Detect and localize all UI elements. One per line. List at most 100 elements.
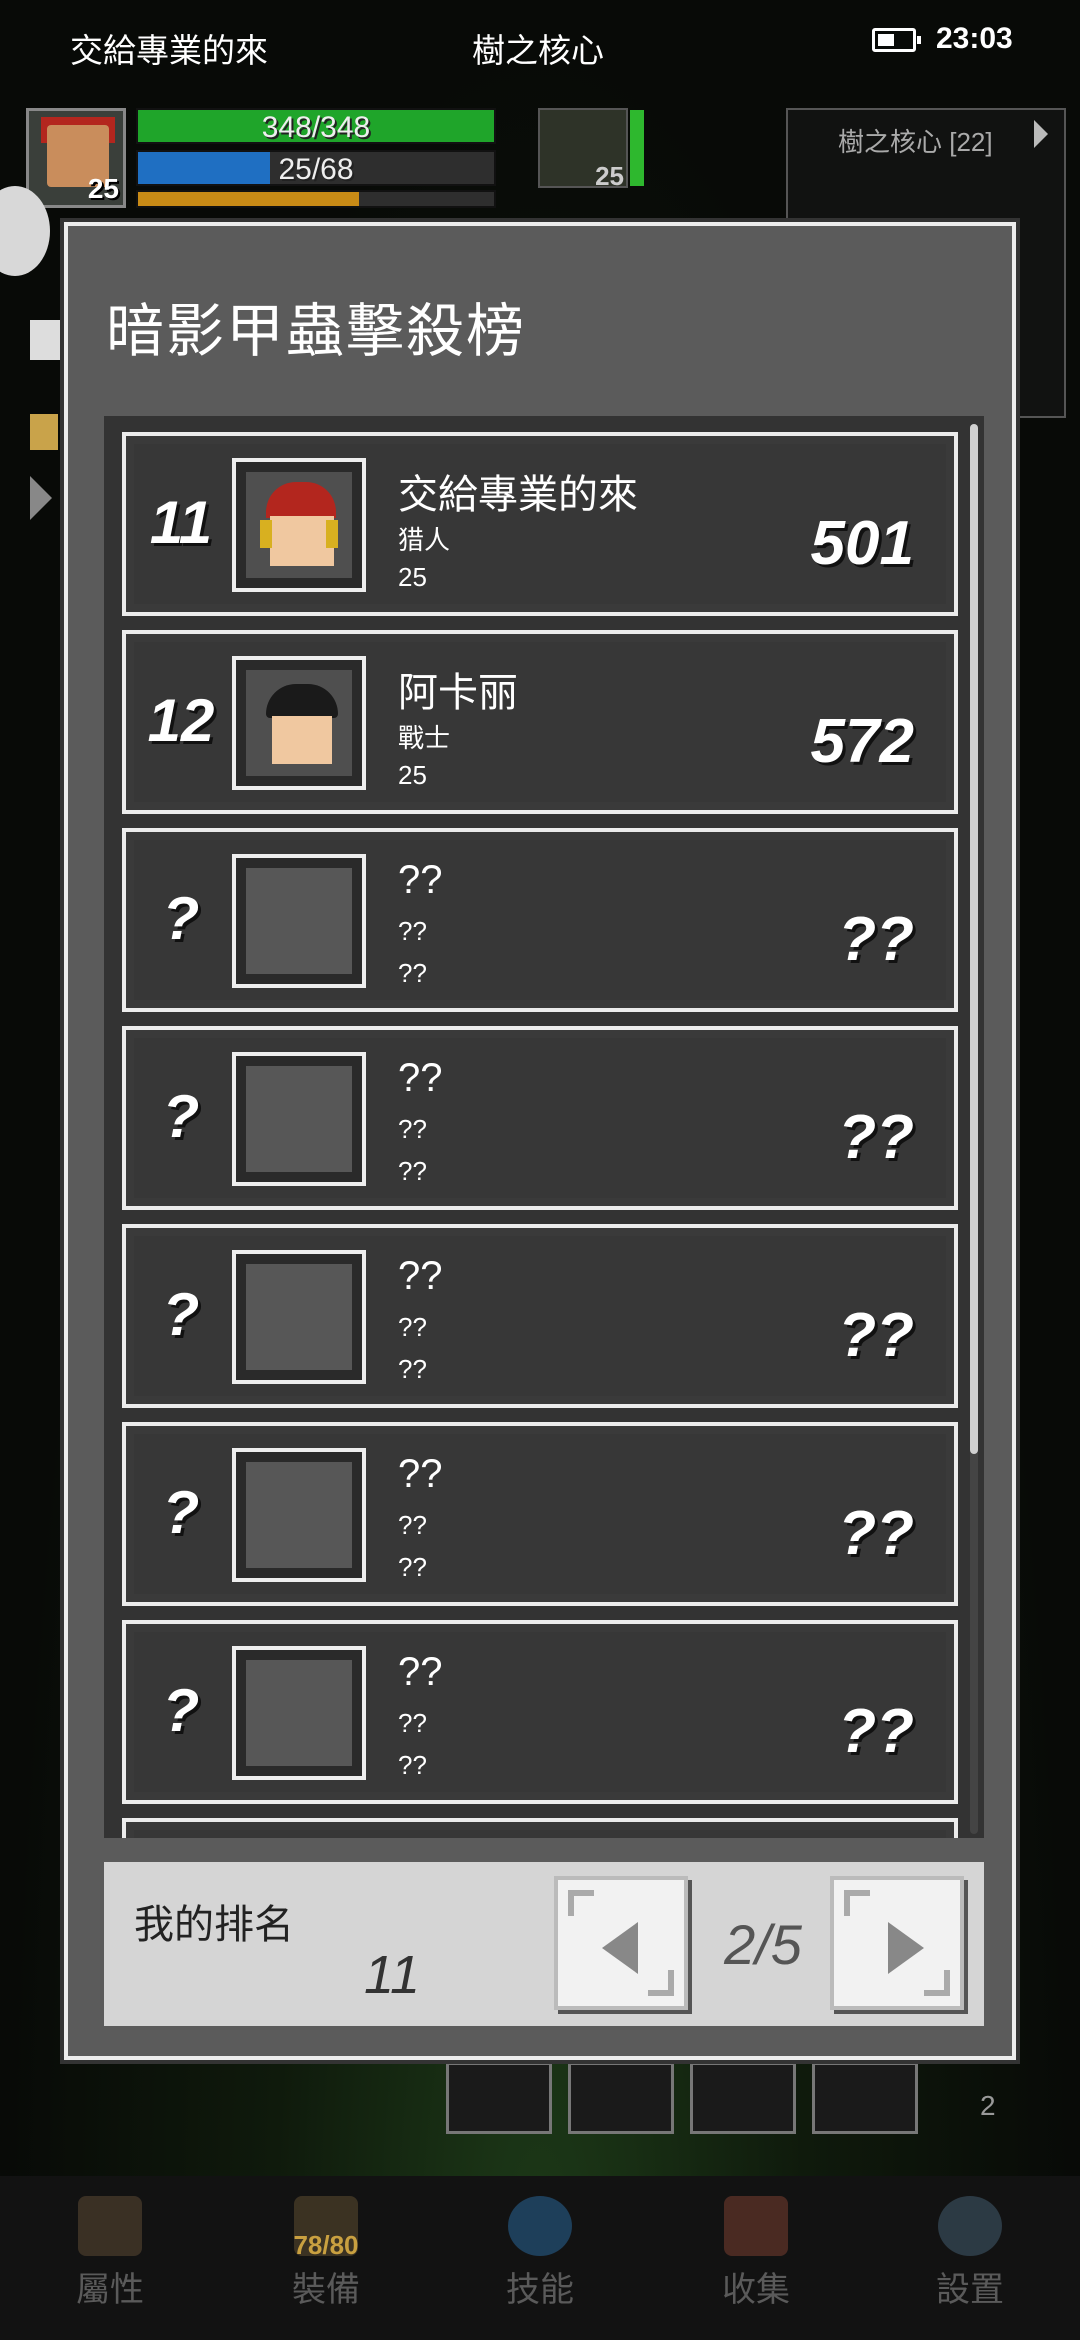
status-time: 23:03 xyxy=(936,22,1013,55)
player-level: 25 xyxy=(87,173,119,204)
row-rank: ? xyxy=(162,1083,200,1150)
leaderboard-row[interactable]: ? ?? ?? ?? ?? xyxy=(122,1422,958,1606)
nav-label: 技能 xyxy=(506,2271,574,2309)
quest-scroll-icon[interactable] xyxy=(30,320,60,360)
player-name: ?? xyxy=(398,858,443,902)
player-name: ?? xyxy=(398,1452,443,1496)
player-level: ?? xyxy=(398,1552,427,1582)
pet-hp-bar xyxy=(630,110,644,186)
player-level: ?? xyxy=(398,1156,427,1186)
player-class: ?? xyxy=(398,1510,427,1540)
my-rank-value: 11 xyxy=(364,1945,421,2005)
avatar-hat xyxy=(266,482,336,518)
background-badge: 2 xyxy=(980,2090,996,2121)
scrollbar-thumb[interactable] xyxy=(970,424,978,1454)
kill-count: ?? xyxy=(838,1301,914,1370)
arrow-left-icon xyxy=(602,1922,638,1974)
nav-settings[interactable]: 設置 xyxy=(890,2196,1050,2311)
nav-collection[interactable]: 收集 xyxy=(676,2196,836,2311)
dungeon-slot xyxy=(568,2062,674,2134)
player-name: ?? xyxy=(398,1650,443,1694)
expand-arrow-icon[interactable] xyxy=(30,476,52,520)
avatar-hair xyxy=(266,684,338,718)
xp-bar-fill xyxy=(138,192,359,206)
leaderboard-row[interactable]: ? ?? ?? ?? ?? xyxy=(122,1224,958,1408)
player-avatar xyxy=(232,656,366,790)
player-level: ?? xyxy=(398,1354,427,1384)
status-character-name: 交給專業的來 xyxy=(70,32,268,69)
mp-bar: 25/68 xyxy=(136,150,496,186)
player-level: ?? xyxy=(398,1750,427,1780)
player-avatar xyxy=(232,458,366,592)
my-rank-label: 我的排名 xyxy=(134,1903,294,1947)
hp-text: 348/348 xyxy=(261,111,371,144)
hp-bar: 348/348 xyxy=(136,108,496,144)
list-scrollbar[interactable] xyxy=(970,424,978,1834)
status-location: 樹之核心 xyxy=(472,32,604,69)
avatar-face xyxy=(272,716,332,764)
next-page-button[interactable] xyxy=(830,1876,964,2010)
kill-count: ?? xyxy=(838,1697,914,1766)
gear-icon xyxy=(938,2196,1002,2256)
xp-bar xyxy=(136,190,496,208)
skill-orb-icon xyxy=(508,2196,572,2256)
player-name: 阿卡丽 xyxy=(398,671,518,715)
status-bar: 交給專業的來 樹之核心 23:03 xyxy=(0,0,1080,90)
avatar-face xyxy=(270,516,334,566)
page-indicator: 2/5 xyxy=(724,1913,802,1976)
nav-attributes[interactable]: 屬性 xyxy=(30,2196,190,2311)
row-rank: 11 xyxy=(149,489,213,556)
row-rank: ? xyxy=(162,1677,200,1744)
player-level: 25 xyxy=(398,760,427,790)
player-level: ?? xyxy=(398,958,427,988)
player-name: 交給專業的來 xyxy=(398,473,638,517)
empty-avatar xyxy=(232,1646,366,1780)
previous-page-button[interactable] xyxy=(554,1876,688,2010)
leaderboard-row[interactable]: ? ?? ?? ?? ?? xyxy=(122,1026,958,1210)
leaderboard-row[interactable]: ? ?? ?? ?? ?? xyxy=(122,1620,958,1804)
leaderboard-row-partial[interactable] xyxy=(122,1818,958,1838)
player-class: 猎人 xyxy=(398,525,451,555)
mp-text: 25/68 xyxy=(278,153,354,186)
dialog-title: 暗影甲蟲擊殺榜 xyxy=(106,299,527,364)
minimap-expand-icon[interactable] xyxy=(1034,120,1048,148)
nav-equipment[interactable]: 78/80 裝備 xyxy=(246,2196,406,2311)
kill-count: 572 xyxy=(810,707,914,776)
empty-avatar xyxy=(232,854,366,988)
player-class: 戰士 xyxy=(398,723,451,753)
row-rank: ? xyxy=(162,1479,200,1546)
player-portrait[interactable]: 25 xyxy=(26,108,126,208)
leaderboard-dialog: 暗影甲蟲擊殺榜 11 交給專業的來 猎人 25 501 12 阿卡丽 戰士 25… xyxy=(64,222,1016,2060)
kill-count: 501 xyxy=(810,509,914,578)
nav-label: 收集 xyxy=(722,2271,790,2309)
empty-avatar xyxy=(232,1250,366,1384)
leaderboard-row[interactable]: 12 阿卡丽 戰士 25 572 xyxy=(122,630,958,814)
leaderboard-list[interactable]: 11 交給專業的來 猎人 25 501 12 阿卡丽 戰士 25 572 ? ?… xyxy=(104,416,984,1838)
player-class: ?? xyxy=(398,1708,427,1738)
my-rank-footer: 我的排名 11 2/5 xyxy=(104,1862,984,2026)
nav-skills[interactable]: 技能 xyxy=(460,2196,620,2311)
pet-level: 25 xyxy=(595,161,624,191)
nav-label: 設置 xyxy=(936,2271,1004,2309)
game-screen: { "status_bar": { "left_title": "交給專業的來"… xyxy=(0,0,1080,2340)
leaderboard-row[interactable]: 11 交給專業的來 猎人 25 501 xyxy=(122,432,958,616)
player-name: ?? xyxy=(398,1056,443,1100)
player-class: ?? xyxy=(398,1312,427,1342)
pet-portrait[interactable]: 25 xyxy=(538,108,628,191)
leaderboard-row[interactable]: ? ?? ?? ?? ?? xyxy=(122,828,958,1012)
row-rank: 12 xyxy=(147,687,215,754)
empty-avatar xyxy=(232,1448,366,1582)
player-name: ?? xyxy=(398,1254,443,1298)
kill-count: ?? xyxy=(838,1499,914,1568)
helmet-icon xyxy=(78,2196,142,2256)
row-rank: ? xyxy=(162,885,200,952)
row-rank: ? xyxy=(162,1281,200,1348)
key-icon[interactable] xyxy=(30,414,58,450)
book-icon xyxy=(724,2196,788,2256)
dungeon-slot xyxy=(690,2062,796,2134)
player-class: ?? xyxy=(398,1114,427,1144)
player-class: ?? xyxy=(398,916,427,946)
empty-avatar xyxy=(232,1052,366,1186)
kill-count: ?? xyxy=(838,1103,914,1172)
kill-count: ?? xyxy=(838,905,914,974)
